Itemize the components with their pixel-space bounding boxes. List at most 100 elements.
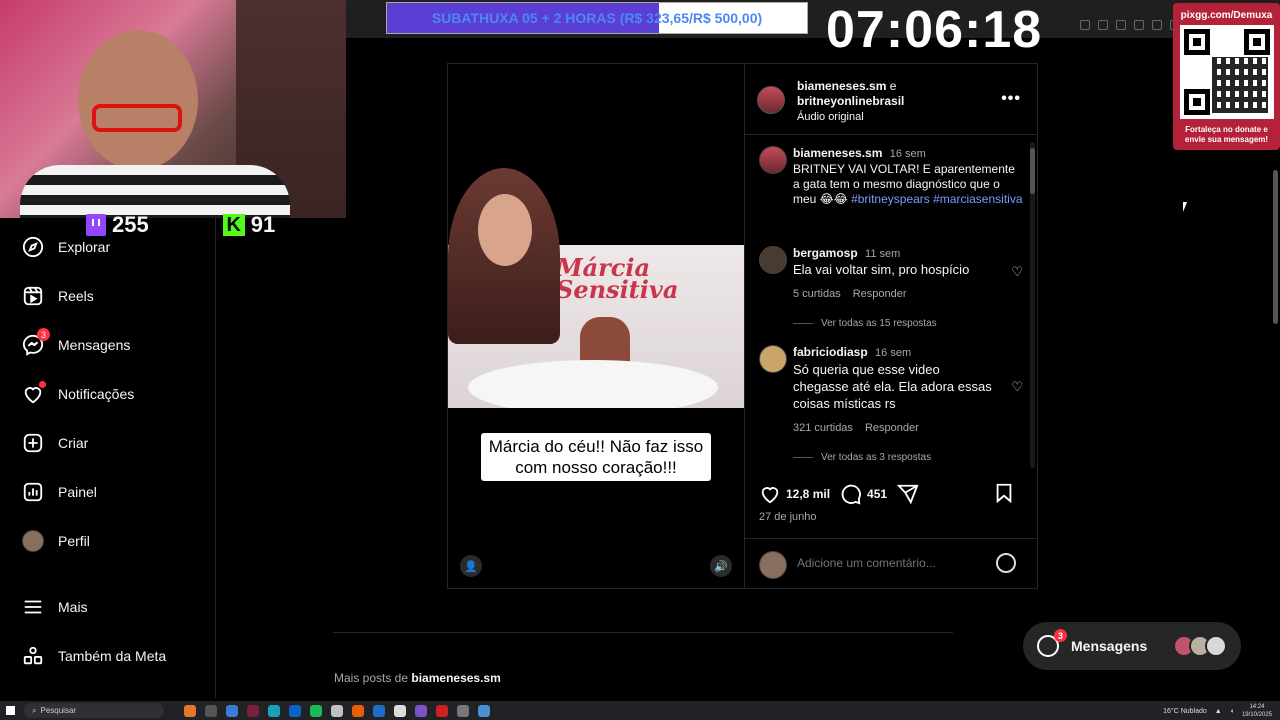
- share-button[interactable]: [897, 483, 919, 505]
- app-icon[interactable]: [478, 704, 490, 717]
- instagram-sidebar: Explorar Reels 3 Mensagens Notificações …: [0, 218, 216, 698]
- comment-user[interactable]: bergamosp: [793, 246, 858, 260]
- extension-icon[interactable]: [1116, 20, 1126, 30]
- app-icon[interactable]: [457, 704, 469, 717]
- brand-logo: Márcia Sensitiva: [556, 253, 679, 304]
- streamer-face: [78, 30, 198, 170]
- windows-taskbar: ⌕ Pesquisar 16°C Nublado ▲ ◖ 14:24 19/10…: [0, 701, 1280, 720]
- comment-input[interactable]: [797, 556, 977, 570]
- sidebar-item-perfil[interactable]: Perfil: [22, 530, 90, 552]
- browser-extension-icons[interactable]: [1080, 20, 1180, 30]
- messages-floating-button[interactable]: 3 Mensagens: [1023, 622, 1241, 670]
- app-icon[interactable]: [226, 704, 238, 717]
- meta-grid-icon: [22, 645, 44, 667]
- system-tray: 16°C Nublado ▲ ◖ 14:24 19/10/2025: [1163, 703, 1272, 719]
- coauthor-link[interactable]: britneyonlinebrasil: [797, 94, 904, 108]
- emoji-icon[interactable]: [996, 553, 1016, 573]
- compass-icon: [22, 236, 44, 258]
- comment-body: biameneses.sm 16 sem BRITNEY VAI VOLTAR!…: [793, 146, 1023, 207]
- tagged-user-icon[interactable]: 👤: [460, 555, 482, 577]
- sidebar-item-explorar[interactable]: Explorar: [22, 236, 110, 258]
- view-replies-button[interactable]: Ver todas as 15 respostas: [793, 318, 937, 329]
- comment-time: 16 sem: [875, 347, 912, 359]
- comment-user[interactable]: biameneses.sm: [793, 146, 882, 160]
- author-joiner: e: [889, 79, 897, 93]
- post-date[interactable]: 27 de junho: [759, 511, 817, 523]
- taskbar-clock[interactable]: 14:24 19/10/2025: [1242, 703, 1272, 719]
- spotify-icon[interactable]: [310, 704, 322, 717]
- more-posts-user[interactable]: biameneses.sm: [411, 671, 500, 685]
- extension-icon[interactable]: [1134, 20, 1144, 30]
- video-table: [468, 360, 718, 408]
- comment-likes[interactable]: 5 curtidas: [793, 288, 841, 300]
- reply-button[interactable]: Responder: [865, 422, 919, 434]
- taskbar-search[interactable]: ⌕ Pesquisar: [24, 703, 164, 718]
- comment-meta: 5 curtidas Responder: [793, 288, 907, 300]
- app-icon[interactable]: [205, 704, 217, 717]
- more-options-icon[interactable]: •••: [1001, 90, 1021, 108]
- author-link[interactable]: biameneses.sm: [797, 79, 886, 93]
- save-button[interactable]: [993, 482, 1015, 504]
- comments-scrollbar[interactable]: [1030, 142, 1035, 468]
- comment-avatar[interactable]: [759, 246, 787, 274]
- app-icon[interactable]: [184, 704, 196, 717]
- volume-icon[interactable]: 🔊: [710, 555, 732, 577]
- comment-avatar[interactable]: [759, 146, 787, 174]
- volume-icon[interactable]: ◖: [1230, 708, 1234, 715]
- like-count[interactable]: 12,8 mil: [786, 487, 830, 501]
- wifi-icon[interactable]: ▲: [1215, 708, 1222, 715]
- sidebar-item-label: Reels: [58, 288, 94, 304]
- extension-icon[interactable]: [1152, 20, 1162, 30]
- kick-viewer-count: 91: [250, 212, 276, 237]
- app-icon[interactable]: [415, 704, 427, 717]
- like-comment-icon[interactable]: ♡: [1011, 264, 1023, 280]
- sidebar-item-mensagens[interactable]: 3 Mensagens: [22, 328, 130, 356]
- like-button[interactable]: 12,8 mil: [759, 483, 830, 505]
- messages-label: Mensagens: [1071, 638, 1148, 654]
- comment-text: Só queria que esse video chegasse até el…: [793, 362, 992, 411]
- sidebar-item-mais[interactable]: Mais: [22, 596, 88, 618]
- sidebar-item-criar[interactable]: Criar: [22, 432, 88, 454]
- start-button[interactable]: [0, 706, 20, 715]
- post-media[interactable]: Márcia Sensitiva Márcia do céu!! Não faz…: [448, 64, 744, 588]
- app-icon[interactable]: [394, 704, 406, 717]
- comment-avatar[interactable]: [759, 345, 787, 373]
- firefox-icon[interactable]: [352, 704, 364, 717]
- striped-shirt: [20, 165, 290, 218]
- donation-qr-panel: pixgg.com/Demuxa Fortaleça no donate e e…: [1173, 3, 1280, 150]
- like-comment-icon[interactable]: ♡: [1011, 379, 1023, 395]
- reply-button[interactable]: Responder: [853, 288, 907, 300]
- comment-button[interactable]: 451: [840, 483, 887, 505]
- comment-user[interactable]: fabriciodiasp: [793, 345, 868, 359]
- sidebar-item-label: Perfil: [58, 533, 90, 549]
- section-divider: [333, 632, 953, 633]
- sidebar-item-reels[interactable]: Reels: [22, 285, 94, 307]
- comment-hashtags[interactable]: #britneyspears #marciasensitiva: [851, 192, 1022, 206]
- extension-icon[interactable]: [1080, 20, 1090, 30]
- sidebar-item-tambem-da-meta[interactable]: Também da Meta: [22, 645, 166, 667]
- comment-likes[interactable]: 321 curtidas: [793, 422, 853, 434]
- taskbar-time: 14:24: [1249, 704, 1265, 710]
- app-icon[interactable]: [436, 704, 448, 717]
- author-avatar[interactable]: [757, 86, 785, 114]
- taskbar-date: 19/10/2025: [1241, 712, 1272, 718]
- post-header: biameneses.sm e britneyonlinebrasil Áudi…: [745, 64, 1037, 135]
- page-scrollbar[interactable]: [1273, 170, 1278, 324]
- app-icon[interactable]: [247, 704, 259, 717]
- app-icon[interactable]: [373, 704, 385, 717]
- sidebar-item-label: Painel: [58, 484, 97, 500]
- sidebar-item-notificacoes[interactable]: Notificações: [22, 381, 134, 405]
- view-replies-button[interactable]: Ver todas as 3 respostas: [793, 452, 931, 463]
- extension-icon[interactable]: [1098, 20, 1108, 30]
- sidebar-item-painel[interactable]: Painel: [22, 481, 97, 503]
- sidebar-item-label: Mais: [58, 599, 88, 615]
- bookmark-icon: [996, 483, 1012, 504]
- audio-label[interactable]: Áudio original: [797, 111, 864, 123]
- app-icon[interactable]: [331, 704, 343, 717]
- sidebar-item-label: Explorar: [58, 239, 111, 255]
- comment-icon: [841, 484, 861, 505]
- app-icon[interactable]: [289, 704, 301, 717]
- messages-badge: 3: [37, 328, 50, 341]
- app-icon[interactable]: [268, 704, 280, 717]
- weather-widget[interactable]: 16°C Nublado: [1163, 708, 1207, 715]
